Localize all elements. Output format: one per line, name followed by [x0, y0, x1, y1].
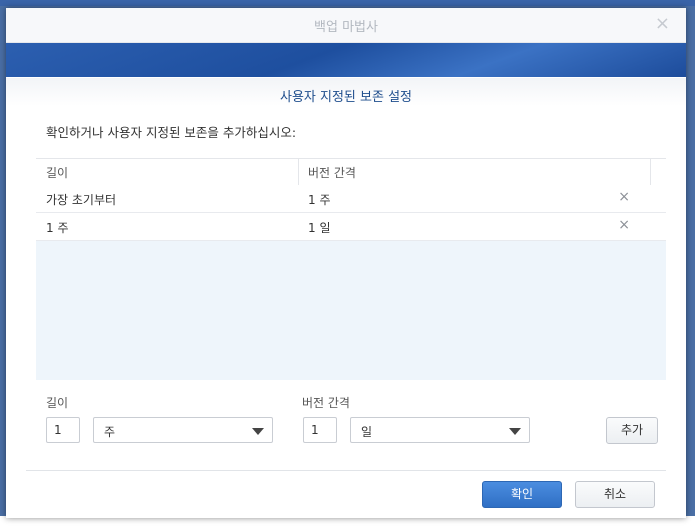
cell-interval: 1 일 — [308, 221, 331, 235]
delete-row-icon[interactable]: × — [618, 217, 630, 233]
background-strip — [0, 0, 695, 6]
table-row[interactable]: 가장 초기부터 1 주 × — [36, 185, 666, 213]
cancel-button[interactable]: 취소 — [575, 481, 655, 508]
close-icon[interactable]: × — [655, 13, 670, 34]
footer-divider — [26, 470, 666, 471]
ok-button[interactable]: 확인 — [482, 481, 562, 508]
retention-table: 길이 버전 간격 가장 초기부터 1 주 × 1 주 1 일 × — [36, 158, 666, 380]
table-header: 길이 버전 간격 — [36, 158, 666, 186]
header-banner — [6, 43, 686, 77]
cell-length: 가장 초기부터 — [46, 193, 117, 207]
table-body: 가장 초기부터 1 주 × 1 주 1 일 × — [36, 185, 666, 380]
length-unit-value: 주 — [104, 425, 116, 439]
section-title: 사용자 지정된 보존 설정 — [280, 90, 412, 105]
table-row[interactable]: 1 주 1 일 × — [36, 213, 666, 241]
description-text: 확인하거나 사용자 지정된 보존을 추가하십시오: — [46, 125, 297, 140]
interval-label: 버전 간격 — [302, 396, 350, 410]
dropdown-arrow-icon — [252, 428, 264, 435]
title-bar: 백업 마법사 × — [6, 8, 686, 43]
interval-unit-select[interactable]: 일 — [350, 417, 530, 443]
delete-row-icon[interactable]: × — [618, 189, 630, 205]
add-button[interactable]: 추가 — [606, 417, 658, 444]
column-header-length[interactable]: 길이 — [46, 164, 68, 181]
cell-length: 1 주 — [46, 221, 69, 235]
column-divider — [650, 159, 651, 185]
length-number-input[interactable] — [46, 417, 80, 443]
backup-wizard-dialog: 백업 마법사 × 사용자 지정된 보존 설정 확인하거나 사용자 지정된 보존을… — [6, 8, 686, 518]
interval-unit-value: 일 — [361, 425, 373, 439]
length-label: 길이 — [46, 396, 69, 410]
column-header-interval[interactable]: 버전 간격 — [308, 164, 356, 181]
interval-number-input[interactable] — [303, 417, 337, 443]
dropdown-arrow-icon — [509, 428, 521, 435]
column-divider — [298, 159, 299, 185]
length-unit-select[interactable]: 주 — [93, 417, 273, 443]
window-title: 백업 마법사 — [314, 20, 378, 35]
cell-interval: 1 주 — [308, 193, 331, 207]
